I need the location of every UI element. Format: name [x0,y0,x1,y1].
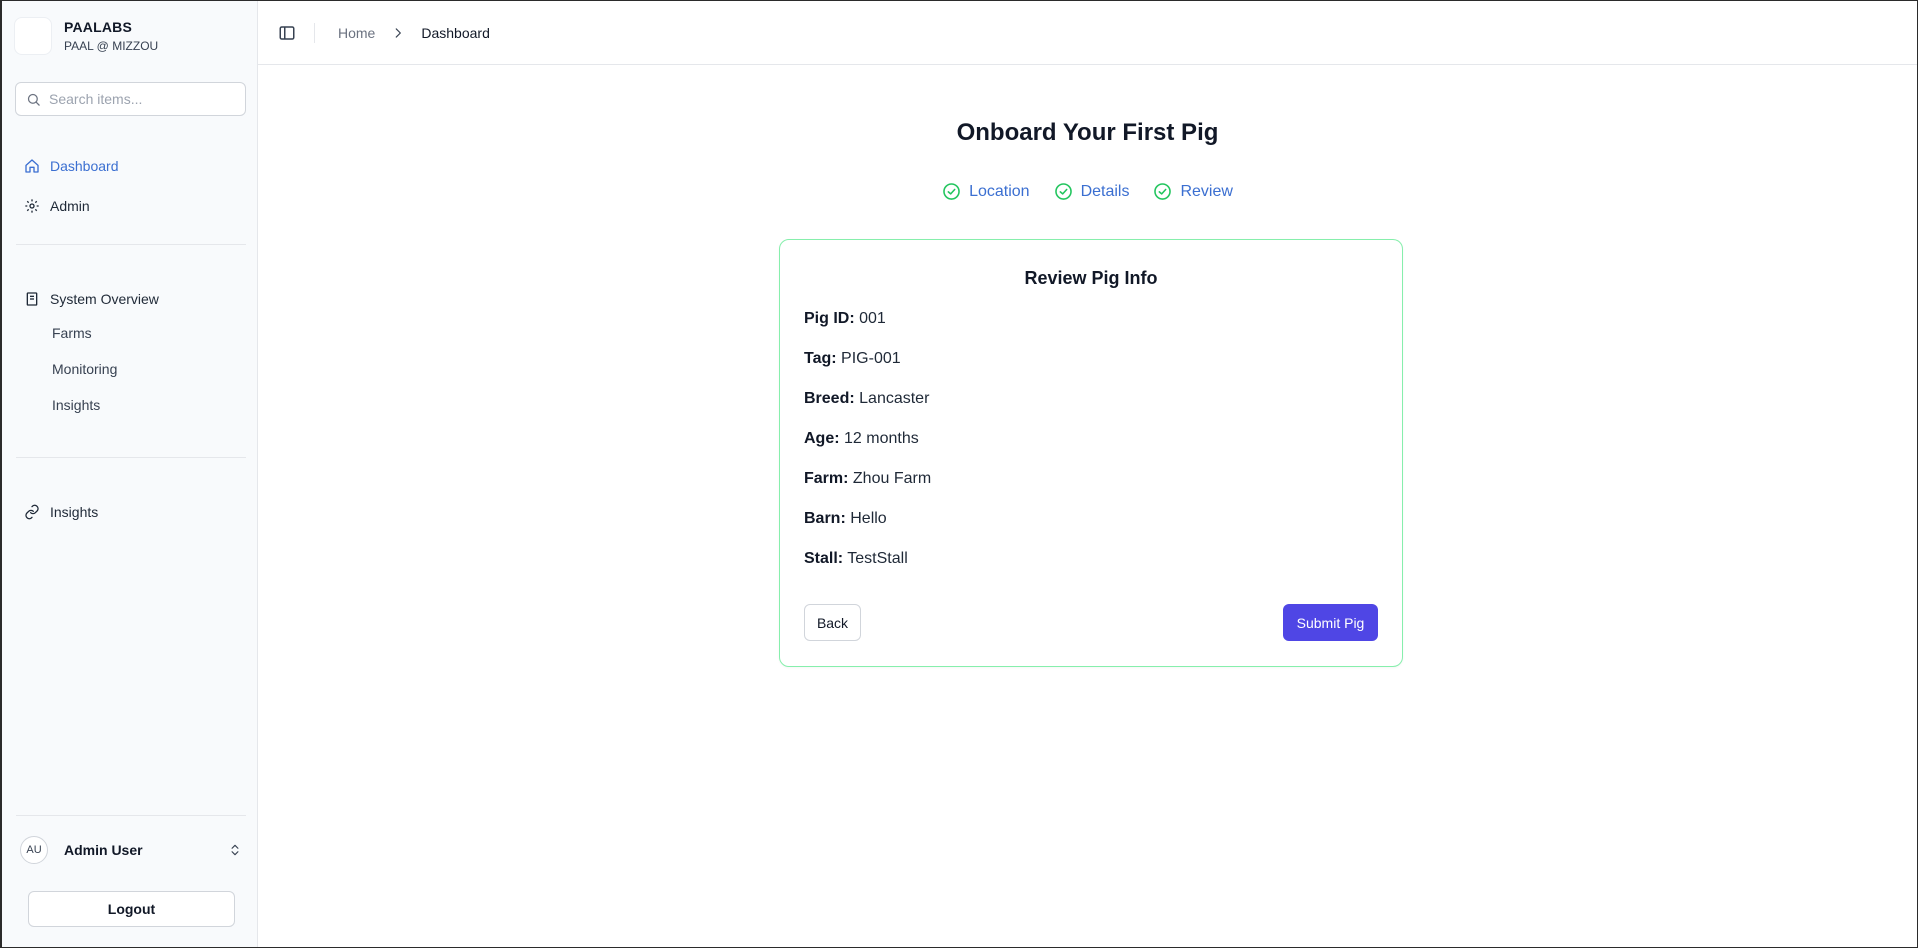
field-label: Farm: [804,470,849,487]
sidebar-subitem-monitoring[interactable]: Monitoring [52,358,117,380]
review-card-title: Review Pig Info [1024,268,1158,288]
field-label: Pig ID: [804,310,855,327]
sidebar: PAALABS PAAL @ MIZZOU Dashboard Admin Sy… [2,1,258,947]
step-label: Location [969,182,1030,200]
field-value: 001 [859,310,886,327]
search-input[interactable] [49,84,245,114]
search-icon [27,93,40,106]
check-circle-icon [943,183,960,200]
sidebar-divider [16,244,246,245]
breadcrumb-home[interactable]: Home [338,25,375,41]
sidebar-item-system-overview[interactable]: System Overview [16,286,246,312]
sidebar-item-dashboard[interactable]: Dashboard [16,153,246,179]
step-label: Review [1180,182,1233,200]
breadcrumb-current: Dashboard [421,25,490,41]
topbar: Home Dashboard [258,1,1917,65]
field-label: Barn: [804,510,846,527]
avatar: AU [20,836,48,864]
sidebar-toggle-icon[interactable] [278,24,296,42]
sidebar-item-label: Dashboard [50,158,119,174]
sidebar-divider [16,457,246,458]
breadcrumb: Home Dashboard [338,25,490,41]
brand-subtitle: PAAL @ MIZZOU [64,39,159,53]
brand-name: PAALABS [64,19,133,35]
step-review[interactable]: Review [1153,182,1233,201]
chevron-right-icon [396,28,402,38]
field-value: Zhou Farm [852,470,932,487]
gear-icon [25,199,39,213]
chevron-up-down-icon [231,844,239,856]
step-location[interactable]: Location [942,182,1030,201]
field-breed: Breed: Lancaster [804,390,929,408]
sidebar-item-label: Insights [50,504,99,520]
step-details[interactable]: Details [1054,182,1130,201]
sidebar-item-label: Admin [50,198,90,214]
field-age: Age: 12 months [804,430,919,448]
field-label: Stall: [804,550,844,567]
back-button[interactable]: Back [804,604,861,641]
page-title: Onboard Your First Pig [956,119,1219,146]
logout-button[interactable]: Logout [28,891,235,927]
field-label: Breed: [804,390,855,407]
field-value: PIG-001 [841,350,901,367]
sidebar-subitem-farms[interactable]: Farms [52,322,92,344]
sidebar-item-insights-link[interactable]: Insights [16,499,246,525]
stepper: Location Details Review [258,182,1917,201]
field-label: Tag: [804,350,837,367]
check-circle-icon [1054,183,1072,200]
user-menu[interactable]: AU Admin User [20,835,242,865]
link-icon [25,504,39,520]
brand-logo [14,17,52,55]
sidebar-subitem-insights[interactable]: Insights [52,394,100,416]
check-circle-icon [1154,183,1172,200]
sidebar-item-label: System Overview [50,291,159,307]
field-pig-id: Pig ID: 001 [804,310,886,328]
field-value: Hello [850,510,887,527]
topbar-separator [314,23,315,43]
sidebar-item-admin[interactable]: Admin [16,193,246,219]
main-content: Home Dashboard Onboard Your First Pig Lo… [258,1,1917,947]
review-card: Review Pig Info Pig ID: 001 Tag: PIG-001… [779,239,1403,667]
field-value: TestStall [847,550,908,567]
user-name: Admin User [64,842,143,858]
home-icon [25,159,39,173]
sidebar-divider [16,815,246,816]
field-value: 12 months [844,430,919,447]
search-box[interactable] [15,82,246,116]
submit-pig-button[interactable]: Submit Pig [1283,604,1378,641]
field-farm: Farm: Zhou Farm [804,470,931,488]
field-tag: Tag: PIG-001 [804,350,901,368]
book-icon [26,292,38,306]
step-label: Details [1080,182,1130,200]
field-stall: Stall: TestStall [804,550,908,568]
app-window: PAALABS PAAL @ MIZZOU Dashboard Admin Sy… [0,0,1918,948]
field-label: Age: [804,430,840,447]
field-value: Lancaster [859,390,930,407]
field-barn: Barn: Hello [804,510,887,528]
brand[interactable]: PAALABS PAAL @ MIZZOU [14,17,158,55]
